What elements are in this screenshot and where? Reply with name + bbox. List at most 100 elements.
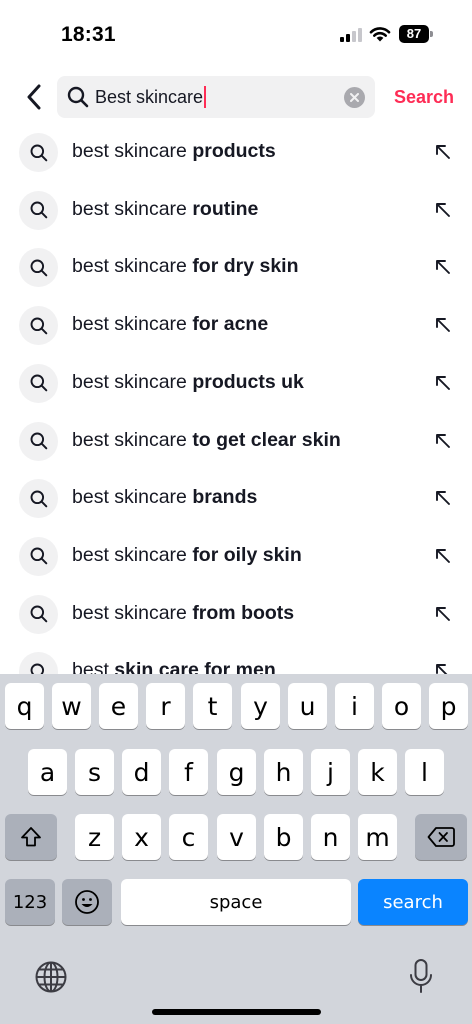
key-a[interactable]: a <box>28 749 67 795</box>
arrow-up-left-icon[interactable] <box>432 660 454 674</box>
key-e[interactable]: e <box>99 683 138 729</box>
key-i[interactable]: i <box>335 683 374 729</box>
search-icon <box>19 248 58 288</box>
chevron-left-icon <box>27 84 41 110</box>
wifi-icon <box>369 27 391 42</box>
search-input[interactable]: Best skincare <box>57 76 375 118</box>
shift-key[interactable] <box>5 814 57 860</box>
battery-level: 87 <box>399 25 429 43</box>
arrow-up-left-icon[interactable] <box>432 199 454 221</box>
key-z[interactable]: z <box>75 814 114 860</box>
suggestion-text: best skin care for men <box>72 659 276 674</box>
suggestion-completion: skin care for men <box>114 659 276 674</box>
arrow-up-left-icon[interactable] <box>432 372 454 394</box>
arrow-up-left-icon[interactable] <box>432 487 454 509</box>
status-bar: 18:31 87 <box>0 0 472 70</box>
search-icon <box>19 536 58 576</box>
arrow-up-left-icon[interactable] <box>432 256 454 278</box>
suggestion-item[interactable]: best skincare from boots <box>0 585 472 643</box>
suggestion-prefix: best <box>72 659 115 674</box>
suggestion-text: best skincare products uk <box>72 371 304 394</box>
suggestion-item[interactable]: best skincare routine <box>0 181 472 239</box>
key-f[interactable]: f <box>169 749 208 795</box>
emoji-icon <box>75 890 99 914</box>
suggestion-text: best skincare for acne <box>72 313 268 336</box>
search-icon <box>19 133 58 172</box>
suggestion-item[interactable]: best skincare products <box>0 123 472 181</box>
suggestion-prefix: best skincare <box>72 140 193 162</box>
home-indicator[interactable] <box>152 1009 321 1015</box>
key-u[interactable]: u <box>288 683 327 729</box>
key-h[interactable]: h <box>264 749 303 795</box>
microphone-icon[interactable] <box>408 958 434 994</box>
key-g[interactable]: g <box>217 749 256 795</box>
search-query[interactable]: Best skincare <box>95 86 207 108</box>
suggestion-completion: routine <box>192 197 259 220</box>
numbers-key[interactable]: 123 <box>5 879 55 925</box>
suggestion-completion: for dry skin <box>192 255 299 278</box>
key-w[interactable]: w <box>52 683 91 729</box>
search-icon <box>67 86 89 108</box>
key-l[interactable]: l <box>405 749 444 795</box>
search-key[interactable]: search <box>358 879 468 925</box>
globe-icon[interactable] <box>34 960 68 994</box>
signal-icon <box>340 28 364 42</box>
key-v[interactable]: v <box>217 814 256 860</box>
status-time: 18:31 <box>61 23 116 46</box>
arrow-up-left-icon[interactable] <box>432 430 454 452</box>
suggestion-completion: products uk <box>192 370 304 393</box>
suggestion-text: best skincare brands <box>72 486 257 509</box>
shift-icon <box>21 827 41 847</box>
key-j[interactable]: j <box>311 749 350 795</box>
suggestion-completion: to get clear skin <box>192 428 341 451</box>
suggestion-item[interactable]: best skincare to get clear skin <box>0 412 472 470</box>
suggestion-text: best skincare for oily skin <box>72 544 302 567</box>
key-r[interactable]: r <box>146 683 185 729</box>
keyboard: q w e r t y u i o p a s d f g h j k l z x c v b n m 123 space search <box>0 674 472 1024</box>
suggestion-item[interactable]: best skincare for dry skin <box>0 238 472 296</box>
arrow-up-left-icon[interactable] <box>432 141 454 163</box>
suggestion-prefix: best skincare <box>72 255 193 278</box>
suggestion-list: best skincare products best skincare rout… <box>0 123 472 674</box>
key-y[interactable]: y <box>241 683 280 729</box>
key-q[interactable]: q <box>5 683 44 729</box>
suggestion-completion: from boots <box>192 601 295 624</box>
arrow-up-left-icon[interactable] <box>432 603 454 625</box>
key-k[interactable]: k <box>358 749 397 795</box>
suggestion-prefix: best skincare <box>72 428 193 451</box>
arrow-up-left-icon[interactable] <box>432 314 454 336</box>
suggestion-completion: products <box>192 140 276 162</box>
key-n[interactable]: n <box>311 814 350 860</box>
back-button[interactable] <box>20 80 48 114</box>
suggestion-item[interactable]: best skincare for oily skin <box>0 527 472 585</box>
suggestion-text: best skincare for dry skin <box>72 255 299 278</box>
space-key[interactable]: space <box>121 879 351 925</box>
backspace-key[interactable] <box>415 814 467 860</box>
clear-button[interactable] <box>344 87 365 108</box>
suggestion-item[interactable]: best skincare products uk <box>0 354 472 412</box>
key-p[interactable]: p <box>429 683 468 729</box>
suggestion-completion: for acne <box>192 313 269 336</box>
search-icon <box>19 421 58 461</box>
key-b[interactable]: b <box>264 814 303 860</box>
suggestion-item[interactable]: best skincare for acne <box>0 296 472 354</box>
key-o[interactable]: o <box>382 683 421 729</box>
search-button[interactable]: Search <box>394 87 454 108</box>
key-t[interactable]: t <box>193 683 232 729</box>
search-icon <box>19 190 58 230</box>
suggestion-text: best skincare from boots <box>72 602 294 625</box>
search-icon <box>19 594 58 634</box>
key-s[interactable]: s <box>75 749 114 795</box>
suggestion-text: best skincare routine <box>72 198 258 221</box>
suggestion-item[interactable]: best skin care for men <box>0 642 472 674</box>
arrow-up-left-icon[interactable] <box>432 545 454 567</box>
suggestion-completion: brands <box>192 486 258 509</box>
suggestion-item[interactable]: best skincare brands <box>0 469 472 527</box>
key-x[interactable]: x <box>122 814 161 860</box>
key-m[interactable]: m <box>358 814 397 860</box>
emoji-key[interactable] <box>62 879 112 925</box>
suggestion-prefix: best skincare <box>72 313 193 336</box>
key-c[interactable]: c <box>169 814 208 860</box>
suggestion-completion: for oily skin <box>192 543 302 566</box>
key-d[interactable]: d <box>122 749 161 795</box>
